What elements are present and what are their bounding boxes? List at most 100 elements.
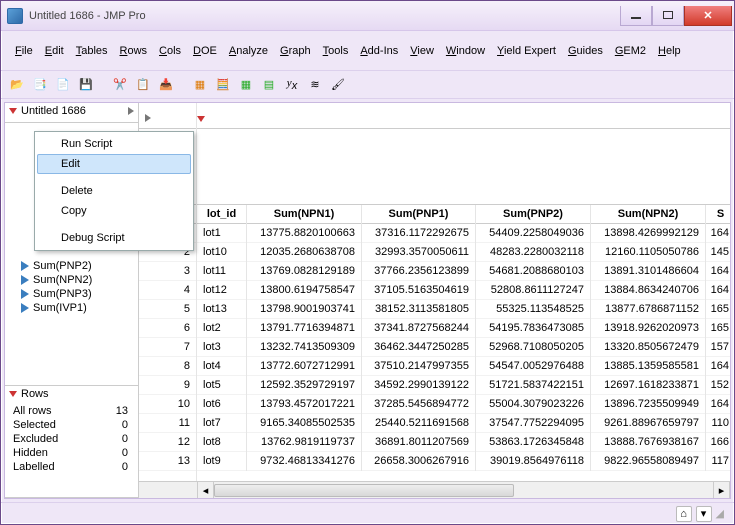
cell[interactable]: 13772.6072712991: [247, 357, 361, 376]
cell[interactable]: 37316.1172292675: [362, 224, 475, 243]
menu-window[interactable]: Window: [440, 42, 491, 60]
row-number[interactable]: 10: [139, 395, 196, 414]
cell[interactable]: 13884.8634240706: [591, 281, 705, 300]
cell[interactable]: 48283.2280032118: [476, 243, 590, 262]
cell[interactable]: 55325.113548525: [476, 300, 590, 319]
row-number[interactable]: 13: [139, 452, 196, 471]
rows-stat[interactable]: Selected0: [9, 418, 134, 432]
fx-icon[interactable]: yx: [282, 75, 302, 95]
cell[interactable]: 12160.1105050786: [591, 243, 705, 262]
status-dropdown-icon[interactable]: ▾: [696, 506, 712, 522]
cell[interactable]: 37341.8727568244: [362, 319, 475, 338]
cell[interactable]: lot7: [197, 414, 246, 433]
row-number[interactable]: 12: [139, 433, 196, 452]
disclosure-icon[interactable]: [197, 116, 205, 122]
menu-tables[interactable]: Tables: [70, 42, 114, 60]
menu-graph[interactable]: Graph: [274, 42, 317, 60]
maximize-button[interactable]: [652, 6, 684, 26]
row-number[interactable]: 9: [139, 376, 196, 395]
calc-icon[interactable]: 🧮: [213, 75, 233, 95]
cell[interactable]: 164: [706, 262, 730, 281]
rows-stat[interactable]: Excluded0: [9, 432, 134, 446]
menu-add-ins[interactable]: Add-Ins: [354, 42, 404, 60]
cell[interactable]: 12592.3529729197: [247, 376, 361, 395]
cell[interactable]: 165: [706, 300, 730, 319]
cell[interactable]: 13896.7235509949: [591, 395, 705, 414]
cell[interactable]: lot8: [197, 433, 246, 452]
ctx-delete[interactable]: Delete: [37, 181, 191, 201]
rows-stat[interactable]: Hidden0: [9, 446, 134, 460]
row-number[interactable]: 6: [139, 319, 196, 338]
ctx-copy[interactable]: Copy: [37, 201, 191, 221]
scroll-right-button[interactable]: ▸: [713, 482, 730, 499]
row-number[interactable]: 11: [139, 414, 196, 433]
cell[interactable]: 34592.2990139122: [362, 376, 475, 395]
menu-cols[interactable]: Cols: [153, 42, 187, 60]
home-icon[interactable]: ⌂: [676, 506, 692, 522]
cell[interactable]: 164: [706, 281, 730, 300]
cut-icon[interactable]: ✂️: [110, 75, 130, 95]
cell[interactable]: 13918.9262020973: [591, 319, 705, 338]
cell[interactable]: 13877.6786871152: [591, 300, 705, 319]
cell[interactable]: lot11: [197, 262, 246, 281]
cell[interactable]: 25440.5211691568: [362, 414, 475, 433]
cell[interactable]: 55004.3079023226: [476, 395, 590, 414]
paste-icon[interactable]: 📥: [156, 75, 176, 95]
column-header[interactable]: S: [706, 205, 730, 224]
cell[interactable]: lot6: [197, 395, 246, 414]
column-item[interactable]: Sum(IVP1): [21, 301, 134, 315]
cell[interactable]: 54409.2258049036: [476, 224, 590, 243]
cell[interactable]: 36462.3447250285: [362, 338, 475, 357]
cell[interactable]: lot5: [197, 376, 246, 395]
scroll-left-button[interactable]: ◂: [197, 482, 214, 499]
cell[interactable]: 36891.8011207569: [362, 433, 475, 452]
cell[interactable]: lot9: [197, 452, 246, 471]
cell[interactable]: lot12: [197, 281, 246, 300]
horizontal-scrollbar[interactable]: ◂ ▸: [139, 481, 730, 498]
cell[interactable]: 37766.2356123899: [362, 262, 475, 281]
cell[interactable]: 13232.7413509309: [247, 338, 361, 357]
cell[interactable]: lot3: [197, 338, 246, 357]
cell[interactable]: 13798.9001903741: [247, 300, 361, 319]
column-item[interactable]: Sum(PNP2): [21, 259, 134, 273]
open-icon[interactable]: 📂: [7, 75, 27, 95]
menu-rows[interactable]: Rows: [114, 42, 154, 60]
cell[interactable]: 13793.4572017221: [247, 395, 361, 414]
cell[interactable]: 37285.5456894772: [362, 395, 475, 414]
menu-edit[interactable]: Edit: [39, 42, 70, 60]
cell[interactable]: 54195.7836473085: [476, 319, 590, 338]
column-header[interactable]: Sum(PNP1): [362, 205, 475, 224]
cell[interactable]: 13775.8820100663: [247, 224, 361, 243]
cell[interactable]: 13885.1359585581: [591, 357, 705, 376]
table-green-icon[interactable]: ▦: [236, 75, 256, 95]
menu-help[interactable]: Help: [652, 42, 687, 60]
cell[interactable]: 32993.3570050611: [362, 243, 475, 262]
cell[interactable]: 13320.8505672479: [591, 338, 705, 357]
cell[interactable]: 13762.9819119737: [247, 433, 361, 452]
excel-icon[interactable]: ▤: [259, 75, 279, 95]
cell[interactable]: 37547.7752294095: [476, 414, 590, 433]
menu-yield-expert[interactable]: Yield Expert: [491, 42, 562, 60]
cell[interactable]: 39019.8564976118: [476, 452, 590, 471]
cell[interactable]: 53863.1726345848: [476, 433, 590, 452]
menu-analyze[interactable]: Analyze: [223, 42, 274, 60]
ctx-edit[interactable]: Edit: [37, 154, 191, 174]
minimize-button[interactable]: [620, 6, 652, 26]
menu-tools[interactable]: Tools: [317, 42, 355, 60]
rows-stat[interactable]: All rows13: [9, 404, 134, 418]
cell[interactable]: 37510.2147997355: [362, 357, 475, 376]
cell[interactable]: 164: [706, 395, 730, 414]
row-number[interactable]: 3: [139, 262, 196, 281]
cell[interactable]: 13800.6194758547: [247, 281, 361, 300]
cell[interactable]: 9732.46813341276: [247, 452, 361, 471]
resize-grip-icon[interactable]: ◢: [716, 507, 724, 520]
cell[interactable]: 9261.88967659797: [591, 414, 705, 433]
menu-file[interactable]: File: [9, 42, 39, 60]
recent-icon[interactable]: 📑: [30, 75, 50, 95]
copy-icon[interactable]: 📋: [133, 75, 153, 95]
ctx-debug-script[interactable]: Debug Script: [37, 228, 191, 248]
cell[interactable]: 164: [706, 224, 730, 243]
brush-icon[interactable]: 🖌: [328, 75, 348, 95]
menu-doe[interactable]: DOE: [187, 42, 223, 60]
rows-stat[interactable]: Labelled0: [9, 460, 134, 474]
